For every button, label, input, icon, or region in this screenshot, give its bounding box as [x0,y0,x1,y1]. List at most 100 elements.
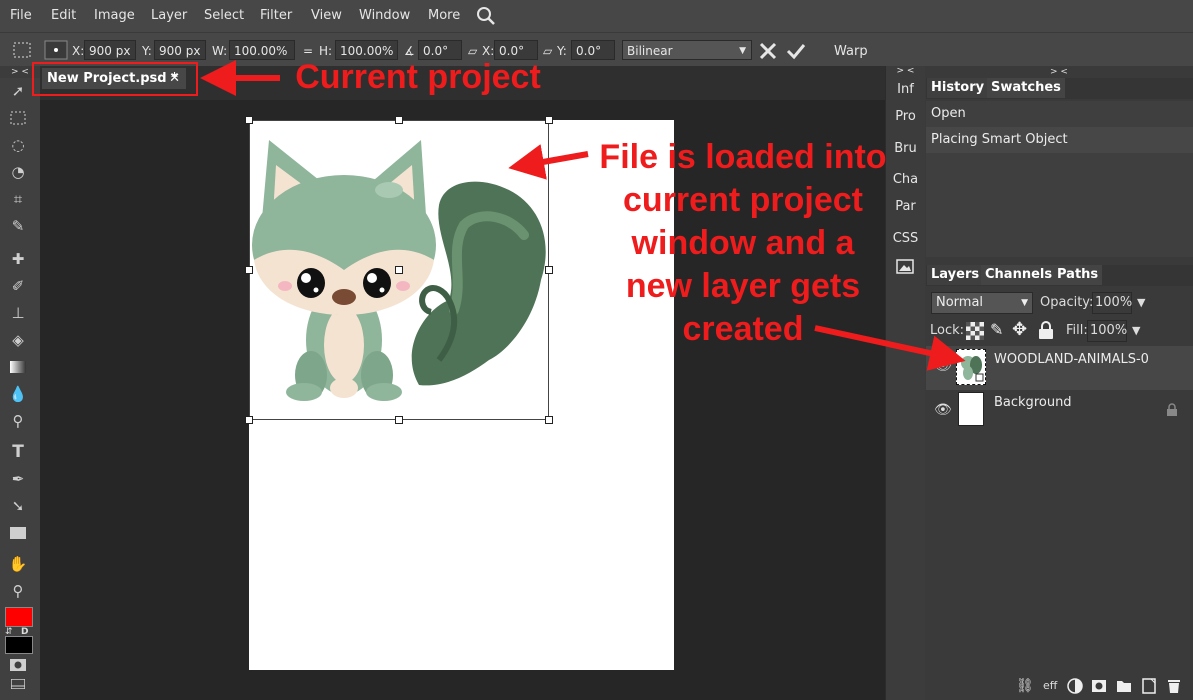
transform-handle-b[interactable] [395,416,403,424]
dodge-tool-icon[interactable]: ⚲ [6,410,30,432]
visibility-eye-icon[interactable]: 👁 [934,358,952,374]
layer-thumbnail [956,349,986,385]
search-icon[interactable] [476,6,496,26]
menu-more[interactable]: More [428,8,460,23]
skew-y-field[interactable]: 0.0° [571,40,615,60]
move-tool-icon[interactable]: ➚ [6,80,30,102]
tab-swatches[interactable]: Swatches [987,78,1065,98]
transform-handle-br[interactable] [545,416,553,424]
background-color-swatch[interactable] [5,636,33,654]
menu-view[interactable]: View [311,8,342,23]
hand-tool-icon[interactable]: ✋ [6,553,30,575]
layer-row[interactable]: 👁 WOODLAND-ANIMALS-0 [926,346,1193,390]
opacity-field[interactable]: 100% [1092,292,1132,314]
cancel-transform-icon[interactable] [759,42,777,60]
tab-paths[interactable]: Paths [1053,265,1103,285]
pen-tool-icon[interactable]: ✒ [6,468,30,490]
mini-item-info[interactable]: Inf [886,82,925,97]
lock-transparency-icon[interactable] [966,322,984,340]
commit-transform-icon[interactable] [786,42,806,60]
menu-edit[interactable]: Edit [51,8,76,23]
fill-dropdown-icon[interactable]: ▼ [1132,324,1140,337]
x-field[interactable]: 900 px [84,40,136,60]
annotation-line-5: created [682,310,804,348]
menu-filter[interactable]: Filter [260,8,292,23]
lock-all-icon[interactable] [1038,321,1054,340]
menu-window[interactable]: Window [359,8,410,23]
path-select-tool-icon[interactable]: ➘ [6,495,30,517]
image-icon[interactable] [896,259,914,274]
link-layers-icon[interactable]: ⛓ [1016,678,1034,694]
tab-layers[interactable]: Layers [927,265,984,285]
transform-bounding-box[interactable] [245,116,553,424]
stamp-tool-icon[interactable]: ⊥ [6,302,30,324]
quick-mask-icon[interactable] [6,654,30,676]
transform-handle-center[interactable] [395,266,403,274]
zoom-tool-icon[interactable]: ⚲ [6,580,30,602]
layer-effects-button[interactable]: eff [1043,679,1057,692]
chevron-down-icon: ▼ [739,46,746,56]
visibility-eye-icon[interactable]: 👁 [934,402,952,418]
new-layer-icon[interactable] [1141,677,1157,694]
layer-name[interactable]: Background [994,395,1072,410]
marquee-tool-icon[interactable] [6,107,30,129]
lock-label: Lock: [930,323,965,338]
delete-layer-icon[interactable] [1166,677,1182,694]
annotation-line-2: current project [623,181,863,219]
lock-move-icon[interactable]: ✥ [1012,319,1027,340]
right-panel-collapse[interactable]: > < [925,66,1193,78]
new-group-icon[interactable] [1116,678,1132,694]
eraser-tool-icon[interactable]: ◈ [6,329,30,351]
interpolation-select[interactable]: Bilinear ▼ [622,40,752,60]
brush-tool-icon[interactable]: ✐ [6,275,30,297]
interpolation-value: Bilinear [627,44,673,58]
screen-mode-icon[interactable] [6,676,30,692]
lasso-tool-icon[interactable]: ◌ [6,134,30,156]
text-tool-icon[interactable]: T [6,441,30,463]
menu-layer[interactable]: Layer [151,8,187,23]
layers-footer: ⛓ eff [926,672,1193,700]
toolbar: ➚ ◌ ◔ ⌗ ✎ ✚ ✐ ⊥ ◈ 💧 ⚲ T ✒ ➘ ✋ ⚲ ⇵ D [0,78,41,700]
tab-history[interactable]: History [927,78,989,98]
current-project-highlight [32,62,198,96]
fill-label: Fill: [1066,323,1088,338]
transform-handle-t[interactable] [395,116,403,124]
healing-tool-icon[interactable]: ✚ [6,248,30,270]
transform-handle-bl[interactable] [245,416,253,424]
opacity-dropdown-icon[interactable]: ▼ [1137,296,1145,309]
foreground-color-swatch[interactable] [5,607,33,627]
fill-field[interactable]: 100% [1087,320,1127,342]
layer-name[interactable]: WOODLAND-ANIMALS-0 [994,352,1190,367]
blur-tool-icon[interactable]: 💧 [6,383,30,405]
tab-channels[interactable]: Channels [981,265,1057,285]
lock-brush-icon[interactable]: ✎ [990,320,1003,339]
eyedropper-tool-icon[interactable]: ✎ [6,215,30,237]
transform-handle-l[interactable] [245,266,253,274]
layer-row[interactable]: 👁 Background [926,390,1193,434]
blend-mode-select[interactable]: Normal ▼ [931,292,1033,314]
layer-mask-icon[interactable] [1091,678,1107,694]
transform-handle-tl[interactable] [245,116,253,124]
history-list-empty [926,153,1193,257]
menu-select[interactable]: Select [204,8,244,23]
y-field[interactable]: 900 px [154,40,206,60]
transform-handle-tr[interactable] [545,116,553,124]
w-label: W: [212,44,228,58]
crop-tool-icon[interactable]: ⌗ [6,188,30,210]
transform-marquee-icon[interactable] [12,41,32,59]
warp-button[interactable]: Warp [834,44,868,59]
transform-handle-r[interactable] [545,266,553,274]
gradient-tool-icon[interactable] [6,356,30,378]
shape-tool-icon[interactable] [6,522,30,544]
adjustment-layer-icon[interactable] [1067,678,1083,694]
reference-point-icon[interactable] [44,40,68,60]
mini-panel-collapse[interactable]: > < [886,66,925,76]
history-entry[interactable]: Open [926,101,1193,127]
annotation-line-1: File is loaded into [599,138,887,176]
menu-image[interactable]: Image [94,8,135,23]
layer-thumbnail-squirrel [961,356,984,382]
history-entry-active[interactable]: Placing Smart Object [926,127,1193,153]
menu-file[interactable]: File [10,8,32,23]
mini-item-properties[interactable]: Pro [886,109,925,124]
quick-select-tool-icon[interactable]: ◔ [6,161,30,183]
